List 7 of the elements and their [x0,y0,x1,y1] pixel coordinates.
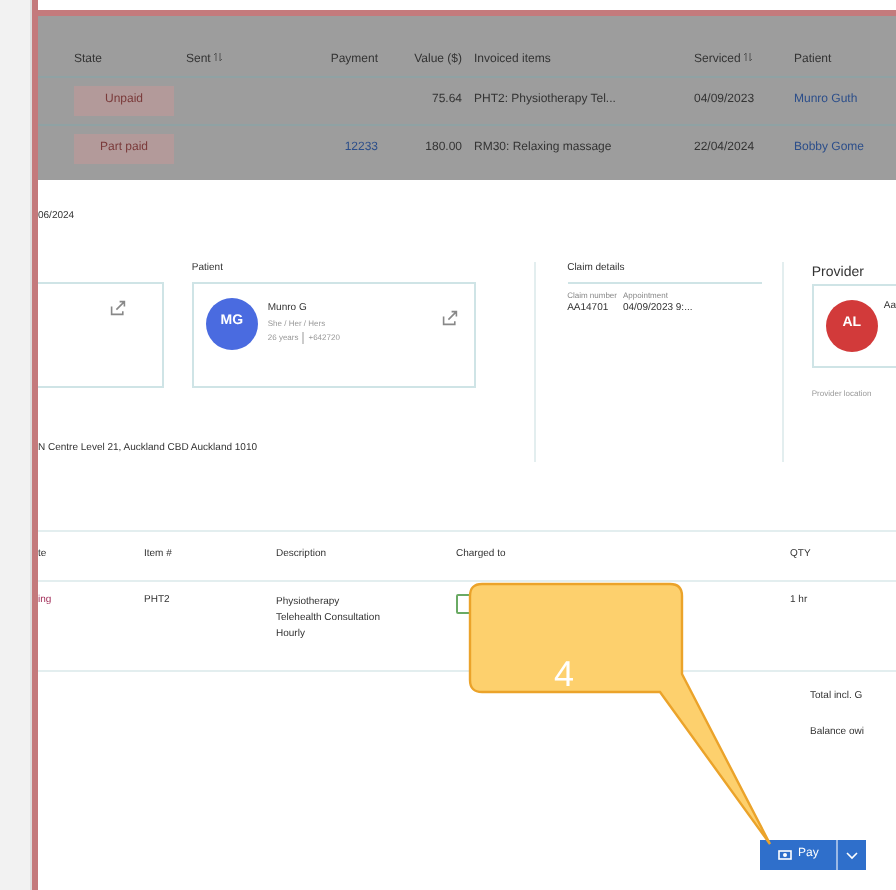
share-icon[interactable] [109,299,126,315]
sort-icon[interactable] [744,52,753,63]
callout-number: 4 [554,652,575,698]
cash-icon [778,850,792,860]
chevron-down-icon [846,851,859,859]
share-icon[interactable] [442,309,459,325]
sort-icon[interactable] [214,52,223,63]
